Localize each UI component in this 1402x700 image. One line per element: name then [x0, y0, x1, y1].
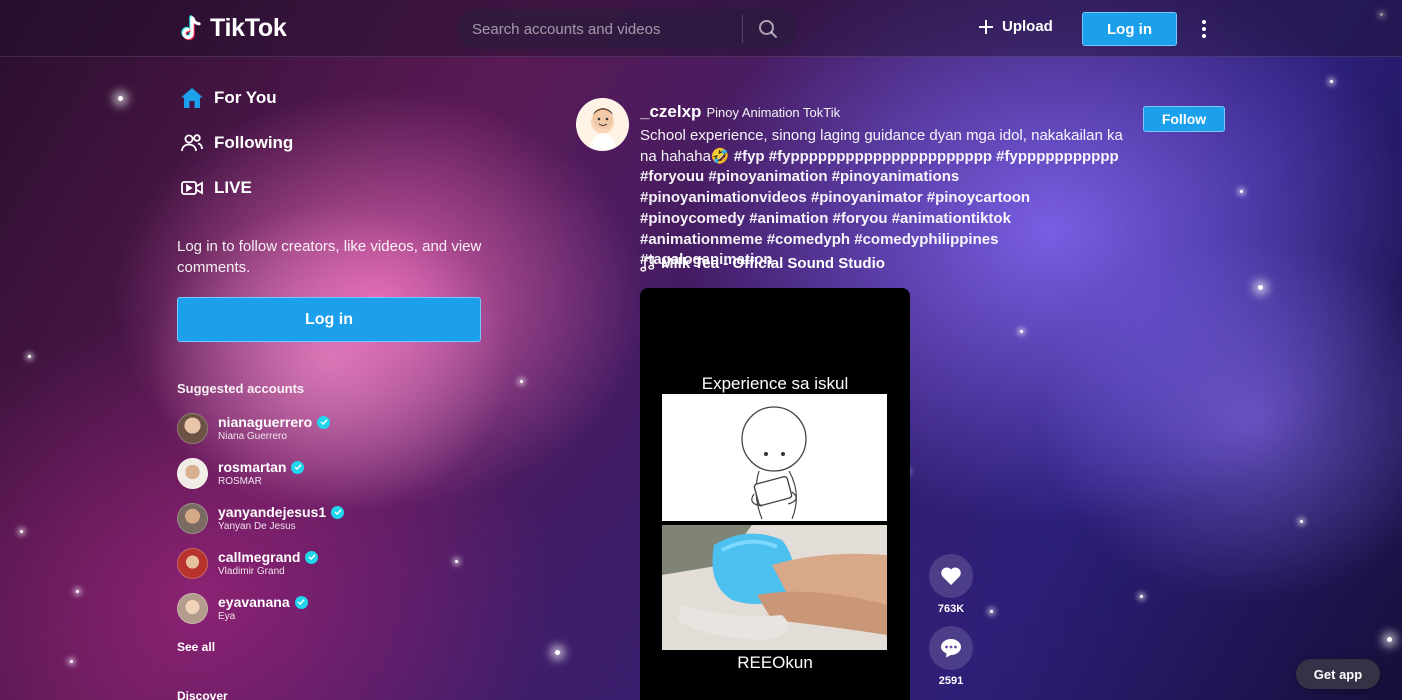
- see-all-link[interactable]: See all: [177, 640, 215, 654]
- tiktok-logo[interactable]: TikTok: [180, 14, 287, 43]
- suggested-accounts-list: nianaguerrero Niana Guerrero rosmartan R…: [177, 412, 345, 637]
- verified-badge-icon: [291, 460, 305, 474]
- video-frame-hands: [662, 525, 887, 650]
- like-button[interactable]: [929, 554, 973, 598]
- heart-icon: [941, 567, 961, 585]
- account-username: yanyandejesus1: [218, 503, 327, 520]
- get-app-button[interactable]: Get app: [1296, 659, 1380, 689]
- verified-badge-icon: [317, 415, 331, 429]
- comment-count: 2591: [938, 675, 964, 687]
- home-icon: [180, 86, 204, 110]
- account-username: eyavanana: [218, 593, 290, 610]
- upload-button[interactable]: Upload: [978, 18, 1053, 35]
- like-action: 763K: [928, 554, 974, 615]
- post-author-username[interactable]: _czelxp: [640, 102, 701, 122]
- suggested-account[interactable]: callmegrand Vladimir Grand: [177, 547, 344, 579]
- login-prompt-text: Log in to follow creators, like videos, …: [177, 238, 482, 276]
- suggested-accounts-title: Suggested accounts: [177, 381, 305, 396]
- tiktok-logo-icon: [180, 14, 206, 43]
- video-caption-bottom: REEOkun: [737, 653, 813, 672]
- live-camera-icon: [180, 176, 204, 200]
- nav-item-following[interactable]: Following: [180, 131, 293, 155]
- account-display-name: Yanyan De Jesus: [218, 520, 296, 532]
- search-bar: [457, 9, 797, 49]
- account-display-name: Vladimir Grand: [218, 565, 285, 577]
- post-description: School experience, sinong laging guidanc…: [640, 126, 1130, 271]
- header-login-button[interactable]: Log in: [1082, 12, 1177, 46]
- nav-item-live[interactable]: LIVE: [180, 176, 293, 200]
- like-count: 763K: [937, 603, 965, 615]
- nav-label-live: LIVE: [214, 178, 252, 197]
- search-button[interactable]: [743, 9, 793, 49]
- top-header: TikTok Upload Log in: [0, 0, 1402, 57]
- suggested-account[interactable]: eyavanana Eya: [177, 592, 344, 624]
- nav-item-for-you[interactable]: For You: [180, 86, 293, 110]
- follow-button[interactable]: Follow: [1143, 106, 1225, 132]
- post-hashtags[interactable]: #fyp #fypppppppppppppppppppppp #fypppppp…: [640, 148, 1119, 269]
- people-icon: [180, 131, 204, 155]
- discover-heading: Discover: [177, 689, 228, 700]
- post-author-avatar[interactable]: [576, 98, 629, 151]
- music-title: Milk Tea - Official Sound Studio: [661, 255, 885, 272]
- account-username: callmegrand: [218, 548, 301, 565]
- logo-text: TikTok: [210, 14, 287, 42]
- comment-icon: [941, 639, 961, 658]
- post-header: _czelxp Pinoy Animation TokTik: [640, 102, 840, 122]
- video-actions: 763K 2591: [928, 554, 974, 698]
- search-input[interactable]: [457, 20, 742, 38]
- avatar: [177, 502, 208, 534]
- verified-badge-icon: [294, 595, 308, 609]
- video-frame-cartoon: [662, 394, 887, 521]
- suggested-account[interactable]: rosmartan ROSMAR: [177, 457, 344, 489]
- verified-badge-icon: [305, 550, 319, 564]
- sidebar-login-button[interactable]: Log in: [177, 297, 481, 342]
- post-music[interactable]: Milk Tea - Official Sound Studio: [640, 255, 885, 272]
- account-username: nianaguerrero: [218, 413, 313, 430]
- upload-label: Upload: [1002, 18, 1053, 35]
- music-note-icon: [640, 255, 655, 272]
- suggested-account[interactable]: nianaguerrero Niana Guerrero: [177, 412, 344, 444]
- search-icon: [759, 20, 777, 38]
- suggested-account[interactable]: yanyandejesus1 Yanyan De Jesus: [177, 502, 345, 534]
- account-username: rosmartan: [218, 458, 287, 475]
- more-options-icon[interactable]: [1196, 18, 1212, 40]
- plus-icon: [979, 19, 993, 34]
- nav-label-for-you: For You: [214, 88, 277, 107]
- avatar: [177, 547, 208, 579]
- comment-action: 2591: [928, 626, 974, 687]
- account-display-name: Eya: [218, 610, 236, 622]
- video-caption-top: Experience sa iskul: [701, 374, 849, 393]
- avatar: [177, 412, 208, 444]
- video-player[interactable]: Experience sa iskul REEOkun: [640, 288, 910, 700]
- avatar: [177, 592, 208, 624]
- sidebar-nav: For You Following LIVE: [180, 86, 293, 221]
- account-display-name: Niana Guerrero: [218, 430, 287, 442]
- comment-button[interactable]: [929, 626, 973, 670]
- account-display-name: ROSMAR: [218, 475, 262, 487]
- verified-badge-icon: [331, 505, 345, 519]
- avatar: [177, 457, 208, 489]
- post-author-nickname[interactable]: Pinoy Animation TokTik: [706, 105, 840, 120]
- nav-label-following: Following: [214, 133, 294, 152]
